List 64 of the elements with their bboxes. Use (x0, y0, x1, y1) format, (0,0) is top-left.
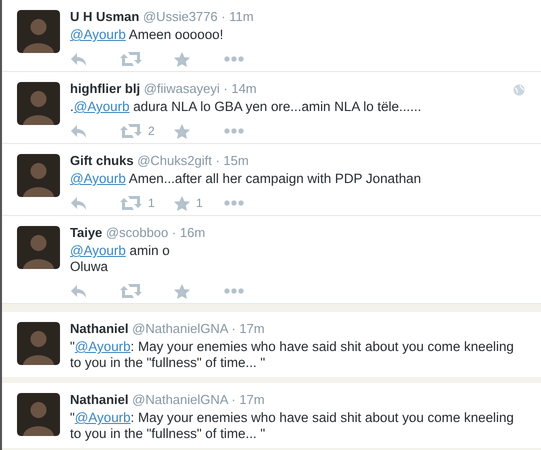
reply-icon (70, 283, 87, 299)
tweet-text: @Ayourb Amen...after all her campaign with PDP Jonathan (70, 171, 422, 187)
retweet-icon (120, 123, 142, 139)
more-icon (224, 56, 244, 62)
user-name[interactable]: Nathaniel (70, 321, 129, 336)
user-handle[interactable]: @Ussie3776 (142, 9, 218, 24)
mention-link[interactable]: @Ayourb (70, 27, 126, 42)
separator-dot: · (231, 321, 236, 336)
avatar-icon (17, 82, 60, 125)
action-count: 2 (148, 123, 155, 140)
avatar-icon (17, 154, 60, 197)
tweet-time[interactable]: 14m (231, 81, 257, 96)
more-icon (224, 128, 244, 134)
star-icon (174, 196, 190, 210)
separator-dot: · (223, 81, 228, 96)
star-icon (174, 284, 190, 298)
mention-link[interactable]: @Ayourb (70, 243, 126, 258)
reply-icon (70, 123, 87, 139)
mention-link[interactable]: @Ayourb (74, 339, 131, 354)
user-handle[interactable]: @scobboo (106, 225, 168, 240)
retweet-icon (120, 51, 142, 67)
user-name[interactable]: highflier blj (70, 81, 140, 96)
action-count: 1 (196, 195, 203, 212)
avatar-icon (17, 226, 60, 269)
mention-link[interactable]: @Ayourb (74, 410, 131, 425)
user-name[interactable]: U H Usman (70, 9, 140, 24)
avatar-icon (17, 10, 60, 53)
tweet-time[interactable]: 16m (180, 225, 206, 240)
tweet-text: "@Ayourb: May your enemies who have said shit about you come kneeling to you in the "fullness" of time... " (70, 410, 515, 442)
tweet-text: "@Ayourb: May your enemies who have said shit about you come kneeling to you in the "fullness" of time... " (70, 339, 515, 371)
user-name[interactable]: Taiye (70, 225, 102, 240)
separator-dot: · (221, 9, 226, 24)
tweet-text: @Ayourb Ameen oooooo! (70, 27, 224, 43)
separator-dot: · (172, 225, 176, 240)
retweet-icon (120, 283, 142, 299)
reply-icon (70, 51, 87, 67)
avatar-icon (17, 393, 60, 436)
user-name[interactable]: Gift chuks (70, 153, 134, 168)
user-name[interactable]: Nathaniel (70, 392, 129, 407)
retweet-button[interactable]: 1 (120, 194, 174, 212)
avatar-icon (17, 322, 60, 365)
user-handle[interactable]: @fiiwasayeyi (144, 81, 220, 96)
separator-dot: · (215, 153, 220, 168)
tweet-time[interactable]: 17m (239, 321, 265, 336)
star-icon (174, 52, 190, 66)
retweet-icon (120, 195, 142, 211)
user-handle[interactable]: @Chuks2gift (137, 153, 212, 168)
user-handle[interactable]: @NathanielGNA (132, 392, 228, 407)
mention-link[interactable]: @Ayourb (70, 171, 126, 186)
more-icon (224, 288, 244, 294)
tweet-time[interactable]: 17m (239, 392, 265, 407)
tweet-text: @Ayourb amin o Oluwa (70, 243, 171, 275)
retweet-button[interactable]: 2 (120, 122, 174, 140)
favorite-button[interactable]: 1 (174, 194, 224, 212)
tweet-text: .@Ayourb adura NLA lo GBA yen ore...amin NLA lo tële...... (70, 99, 422, 115)
mention-link[interactable]: @Ayourb (74, 99, 130, 114)
action-count: 1 (148, 195, 155, 212)
more-icon (224, 200, 244, 206)
separator-dot: · (231, 392, 236, 407)
tweet-time[interactable]: 15m (223, 153, 249, 168)
user-handle[interactable]: @NathanielGNA (132, 321, 228, 336)
star-icon (174, 124, 190, 138)
tweet-time[interactable]: 11m (229, 9, 254, 24)
reply-icon (70, 195, 87, 211)
